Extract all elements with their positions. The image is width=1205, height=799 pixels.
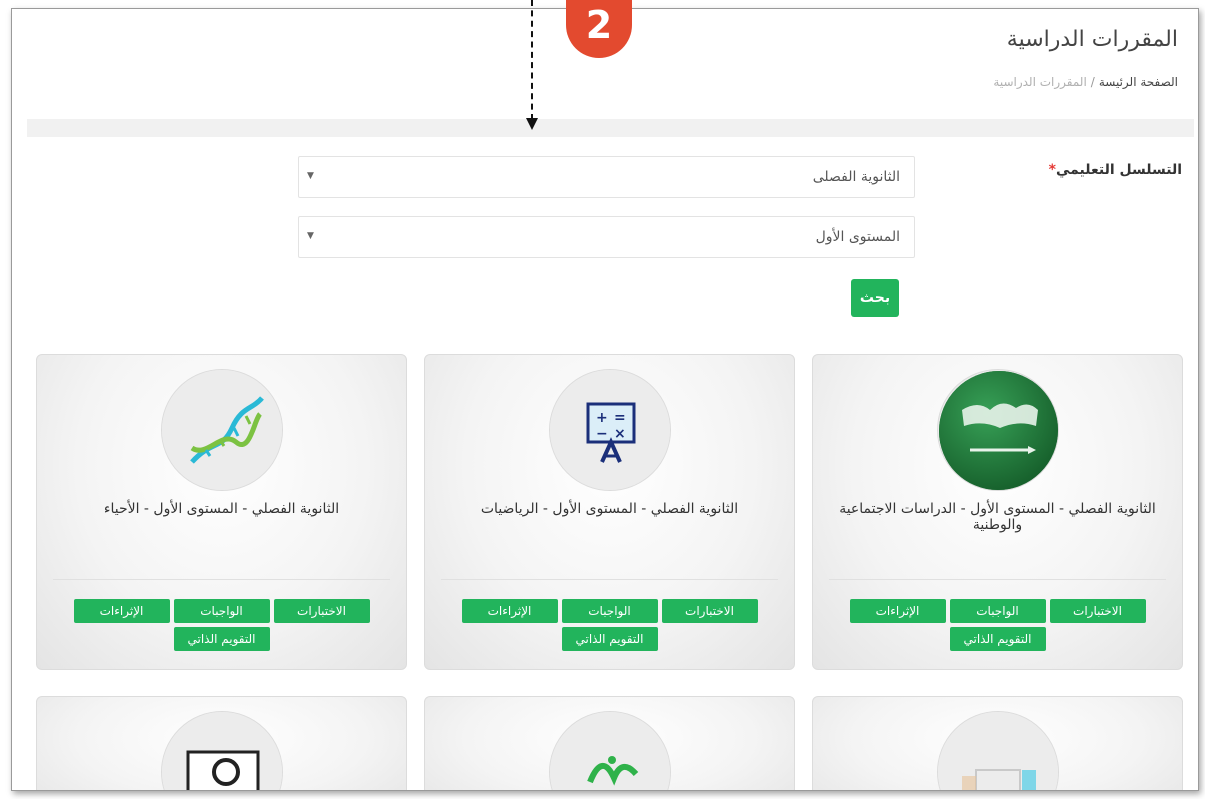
breadcrumb-home-link[interactable]: الصفحة الرئيسة bbox=[1099, 75, 1178, 89]
main-panel: المقررات الدراسية الصفحة الرئيسة/المقررا… bbox=[11, 8, 1199, 791]
homework-button[interactable]: الواجبات bbox=[173, 599, 270, 623]
svg-text:+: + bbox=[596, 410, 608, 426]
math-board-icon: + = − × bbox=[549, 369, 671, 491]
homework-button[interactable]: الواجبات bbox=[561, 599, 658, 623]
arabic-calligraphy-icon bbox=[549, 711, 671, 790]
education-sequence-label: التسلسل التعليمي* bbox=[1049, 162, 1182, 178]
saudi-flag-icon bbox=[937, 369, 1059, 491]
breadcrumb-current: المقررات الدراسية bbox=[993, 75, 1087, 89]
computer-search-icon bbox=[161, 711, 283, 790]
search-button[interactable]: بحث bbox=[851, 279, 899, 317]
course-title: الثانوية الفصلي - المستوى الأول - الدراس… bbox=[839, 501, 1156, 533]
course-card: الثانوية الفصلي - المستوى الأول - الأحيا… bbox=[36, 354, 407, 670]
course-card bbox=[424, 696, 795, 790]
page-title: المقررات الدراسية bbox=[1006, 27, 1178, 52]
card-divider bbox=[53, 579, 390, 580]
course-card bbox=[812, 696, 1183, 790]
enrichment-button[interactable]: الإثراءات bbox=[849, 599, 946, 623]
course-card: الثانوية الفصلي - المستوى الأول - الدراس… bbox=[812, 354, 1183, 670]
breadcrumb: الصفحة الرئيسة /المقررات الدراسية bbox=[993, 75, 1178, 89]
exams-button[interactable]: الاختبارات bbox=[661, 599, 758, 623]
self-assessment-button[interactable]: التقويم الذاتي bbox=[949, 627, 1046, 651]
stage-select[interactable]: الثانوية الفصلى ▼ bbox=[298, 156, 915, 198]
card-divider bbox=[441, 579, 778, 580]
filter-label-text: التسلسل التعليمي bbox=[1056, 162, 1182, 178]
svg-text:−: − bbox=[596, 426, 608, 442]
level-select[interactable]: المستوى الأول ▼ bbox=[298, 216, 915, 258]
course-card bbox=[36, 696, 407, 790]
card-divider bbox=[829, 579, 1166, 580]
exams-button[interactable]: الاختبارات bbox=[273, 599, 370, 623]
enrichment-button[interactable]: الإثراءات bbox=[461, 599, 558, 623]
svg-text:×: × bbox=[614, 426, 626, 442]
level-select-value: المستوى الأول bbox=[815, 229, 900, 245]
course-title: الثانوية الفصلي - المستوى الأول - الأحيا… bbox=[103, 501, 340, 517]
course-actions: الاختباراتالواجباتالإثراءات التقويم الذات… bbox=[37, 599, 406, 655]
breadcrumb-separator: / bbox=[1090, 75, 1095, 89]
self-assessment-button[interactable]: التقويم الذاتي bbox=[561, 627, 658, 651]
course-actions: الاختباراتالواجباتالإثراءات التقويم الذات… bbox=[813, 599, 1182, 655]
exams-button[interactable]: الاختبارات bbox=[1049, 599, 1146, 623]
annotation-arrow-icon bbox=[526, 118, 538, 130]
section-divider-bar bbox=[27, 119, 1194, 137]
course-title: الثانوية الفصلي - المستوى الأول - الرياض… bbox=[480, 501, 739, 517]
chemistry-lab-icon bbox=[937, 711, 1059, 790]
stage-select-value: الثانوية الفصلى bbox=[812, 169, 900, 185]
dna-icon bbox=[161, 369, 283, 491]
required-mark: * bbox=[1048, 162, 1056, 178]
svg-text:=: = bbox=[614, 410, 626, 426]
course-actions: الاختباراتالواجباتالإثراءات التقويم الذات… bbox=[425, 599, 794, 655]
course-card: + = − × الثانوية الفصلي - المستوى الأول … bbox=[424, 354, 795, 670]
chevron-down-icon: ▼ bbox=[307, 231, 314, 241]
homework-button[interactable]: الواجبات bbox=[949, 599, 1046, 623]
self-assessment-button[interactable]: التقويم الذاتي bbox=[173, 627, 270, 651]
chevron-down-icon: ▼ bbox=[307, 171, 314, 181]
annotation-dashed-line bbox=[531, 0, 533, 120]
enrichment-button[interactable]: الإثراءات bbox=[73, 599, 170, 623]
